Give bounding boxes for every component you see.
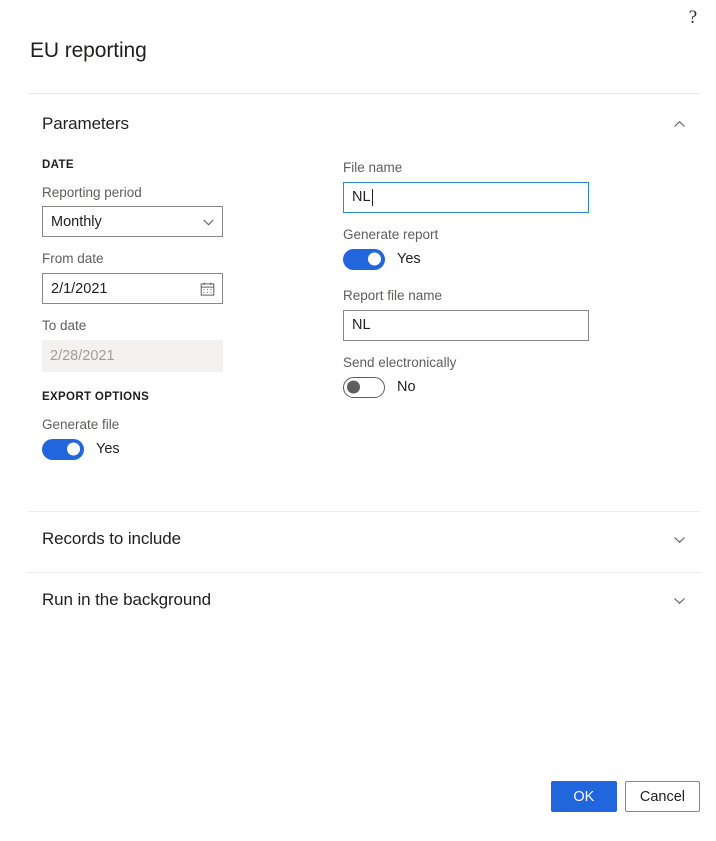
label-from-date: From date <box>42 251 104 267</box>
toggle-knob <box>347 380 360 394</box>
cancel-button[interactable]: Cancel <box>624 781 700 812</box>
field-report-file-name: Report file name NL <box>343 288 593 341</box>
help-icon[interactable]: ? <box>678 2 708 32</box>
to-date-input: 2/28/2021 <box>42 340 223 373</box>
label-generate-report: Generate report <box>343 226 439 242</box>
page-title: EU reporting <box>30 39 147 62</box>
send-electronically-toggle-row: No <box>343 376 593 398</box>
parameters-right-column: File name NL Generate report Yes Report … <box>343 160 593 412</box>
label-file-name: File name <box>343 160 403 175</box>
from-date-value: 2/1/2021 <box>51 280 108 297</box>
dialog-footer: OK Cancel <box>550 781 700 812</box>
label-reporting-period: Reporting period <box>42 184 142 200</box>
divider-bottom <box>28 572 700 573</box>
ok-button[interactable]: OK <box>550 781 617 812</box>
group-title-export-options: EXPORT OPTIONS <box>42 391 150 404</box>
chevron-down-icon <box>673 533 686 546</box>
section-label-run-in-the-background: Run in the background <box>42 590 211 609</box>
section-header-run-in-the-background[interactable]: Run in the background <box>28 583 700 617</box>
field-from-date: From date 2/1/2021 <box>42 251 302 305</box>
reporting-period-value: Monthly <box>51 213 102 230</box>
from-date-input[interactable]: 2/1/2021 <box>42 273 223 305</box>
reporting-period-select[interactable]: Monthly <box>42 206 223 238</box>
to-date-value: 2/28/2021 <box>50 347 115 364</box>
section-header-parameters[interactable]: Parameters <box>28 107 700 141</box>
file-name-input[interactable]: NL <box>343 181 589 213</box>
calendar-icon[interactable] <box>200 281 215 296</box>
generate-file-state: Yes <box>96 440 120 457</box>
toggle-knob <box>368 252 381 266</box>
generate-report-toggle-row: Yes <box>343 248 593 270</box>
generate-file-toggle[interactable] <box>42 438 84 460</box>
section-label-records-to-include: Records to include <box>42 529 181 548</box>
chevron-down-icon <box>673 594 686 607</box>
report-file-name-input[interactable]: NL <box>343 309 589 341</box>
file-name-value: NL <box>352 189 371 206</box>
chevron-down-icon <box>202 215 215 228</box>
generate-report-state: Yes <box>397 251 421 267</box>
label-to-date: To date <box>42 318 87 334</box>
toggle-knob <box>67 442 80 456</box>
field-file-name: File name NL <box>343 160 593 213</box>
divider-top <box>28 93 700 94</box>
send-electronically-toggle[interactable] <box>343 376 385 398</box>
field-reporting-period: Reporting period Monthly <box>42 185 302 238</box>
generate-report-toggle[interactable] <box>343 248 385 270</box>
report-file-name-value: NL <box>352 316 371 333</box>
section-label-parameters: Parameters <box>42 114 129 133</box>
group-title-date: DATE <box>42 159 74 171</box>
label-send-electronically: Send electronically <box>343 354 457 370</box>
field-generate-file: Generate file Yes <box>42 417 302 460</box>
label-generate-file: Generate file <box>42 416 120 432</box>
send-electronically-state: No <box>397 378 416 395</box>
field-to-date: To date 2/28/2021 <box>42 318 302 373</box>
parameters-left-column: DATE Reporting period Monthly From date … <box>42 159 302 474</box>
divider-middle <box>28 511 700 512</box>
field-generate-report: Generate report Yes <box>343 227 593 270</box>
section-header-records-to-include[interactable]: Records to include <box>28 522 700 556</box>
label-report-file-name: Report file name <box>343 287 443 303</box>
field-send-electronically: Send electronically No <box>343 355 593 398</box>
generate-file-toggle-row: Yes <box>42 438 302 460</box>
text-caret <box>371 188 373 206</box>
chevron-up-icon <box>673 118 686 131</box>
